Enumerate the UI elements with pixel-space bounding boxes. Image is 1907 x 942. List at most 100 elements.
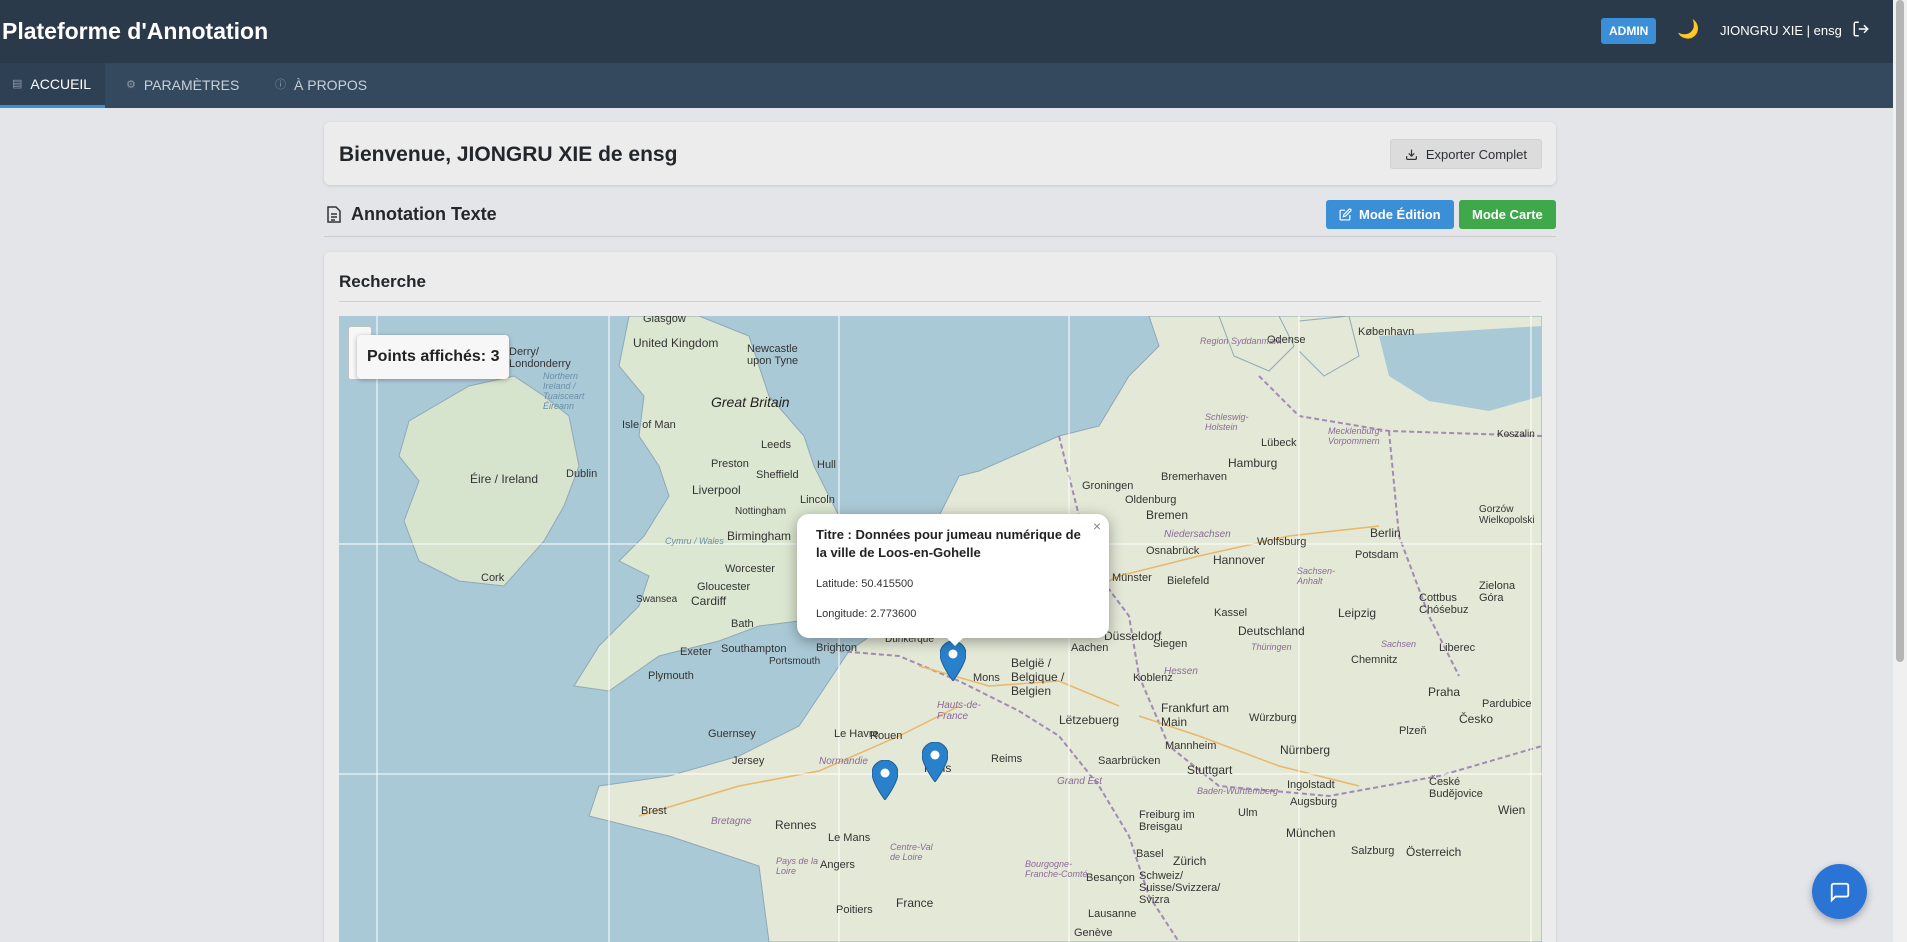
map-label: Besançon xyxy=(1086,872,1135,884)
map-label: Oldenburg xyxy=(1125,494,1177,506)
map-label: Lincoln xyxy=(800,494,835,506)
map-label: Sachsen-Anhalt xyxy=(1297,566,1336,586)
map-label: Cardiff xyxy=(691,594,727,608)
map-label: Lübeck xyxy=(1261,437,1297,449)
logout-icon[interactable] xyxy=(1852,20,1870,43)
map-label: Kassel xyxy=(1214,607,1248,619)
map-label: België / Belgique / Belgien xyxy=(1011,656,1065,698)
map-label: Worcester xyxy=(725,563,775,575)
map-label: Bath xyxy=(731,618,754,630)
map-label: Leipzig xyxy=(1338,606,1377,620)
map-label: Pardubice xyxy=(1482,698,1532,710)
map-label: Berlin xyxy=(1370,526,1401,540)
map-label: München xyxy=(1286,826,1336,840)
tab-apropos-label: À PROPOS xyxy=(294,77,368,93)
map-label: Saarbrücken xyxy=(1098,755,1161,767)
map-label: Portsmouth xyxy=(769,656,821,667)
nav-tabbar: ▤ ACCUEIL ⚙ PARAMÈTRES ⓘ À PROPOS xyxy=(0,63,1893,108)
map-label: Chemnitz xyxy=(1351,654,1398,666)
tab-parametres[interactable]: ⚙ PARAMÈTRES xyxy=(114,63,251,108)
map-label: Niedersachsen xyxy=(1164,529,1231,540)
map-label: Freiburg im Breisgau xyxy=(1139,809,1195,833)
download-icon xyxy=(1405,149,1417,160)
map-label: Münster xyxy=(1112,572,1152,584)
mode-carte-button[interactable]: Mode Carte xyxy=(1459,200,1556,229)
map-label: Mons xyxy=(973,672,1000,684)
search-divider xyxy=(339,301,1541,302)
map-label: Genève xyxy=(1074,927,1113,939)
map-label: Deutschland xyxy=(1238,624,1305,638)
map-label: Bremen xyxy=(1146,508,1189,522)
map-label: Wien xyxy=(1498,803,1526,817)
map-label: Hannover xyxy=(1213,553,1266,567)
map-label: Swansea xyxy=(636,594,678,605)
map-label: Jersey xyxy=(732,755,765,767)
user-info: JIONGRU XIE | ensg xyxy=(1720,23,1842,38)
map-label: Schweiz/ Suisse/Svizzera/ Svizra xyxy=(1139,870,1221,906)
map-label: Rouen xyxy=(870,730,903,742)
map-label: Würzburg xyxy=(1249,712,1297,724)
map-label: Grand Est xyxy=(1057,776,1103,787)
search-title: Recherche xyxy=(339,272,426,291)
map-label: Osnabrück xyxy=(1146,545,1200,557)
map-label: Poitiers xyxy=(836,904,873,916)
tab-apropos[interactable]: ⓘ À PROPOS xyxy=(263,63,379,108)
home-icon: ▤ xyxy=(12,77,23,90)
scrollbar-thumb[interactable] xyxy=(1896,0,1904,662)
info-icon: ⓘ xyxy=(275,79,286,91)
map-label: Dublin xyxy=(566,468,598,480)
map-label: Le Mans xyxy=(828,832,871,844)
map-label: Isle of Man xyxy=(622,419,676,431)
map-label: Nottingham xyxy=(735,506,787,517)
map-label: United Kingdom xyxy=(633,336,719,350)
map-label: Southampton xyxy=(721,643,787,655)
map-label: Éire / Ireland xyxy=(470,472,539,486)
map-label: Lausanne xyxy=(1088,908,1137,920)
map-label: Sheffield xyxy=(756,469,799,481)
map-label: France xyxy=(896,896,934,910)
map-marker-loos[interactable] xyxy=(940,641,966,681)
map-label: Newcastle upon Tyne xyxy=(747,343,799,367)
app-title: Plateforme d'Annotation xyxy=(2,18,269,44)
map-label: Wolfsburg xyxy=(1257,536,1307,548)
map-label: Gorzów Wielkopolski xyxy=(1479,504,1535,526)
map-label: Düsseldorf xyxy=(1104,629,1162,643)
map-label: Österreich xyxy=(1406,845,1462,859)
map-label: København xyxy=(1358,326,1415,338)
document-icon xyxy=(327,206,341,223)
close-icon[interactable]: × xyxy=(1093,518,1101,534)
welcome-text: Bienvenue, JIONGRU XIE de ensg xyxy=(339,143,678,166)
map-label: Cork xyxy=(481,572,505,584)
chat-button[interactable] xyxy=(1812,864,1867,919)
map-label: Cottbus Chóśebuz xyxy=(1419,592,1469,616)
popup-latitude: Latitude: 50.415500 xyxy=(816,578,914,590)
map-marker-paris[interactable] xyxy=(922,742,948,782)
popup-tip xyxy=(945,636,965,646)
export-complete-button[interactable]: Exporter Complet xyxy=(1389,139,1542,169)
section-divider xyxy=(324,236,1556,237)
map-label: Bielefeld xyxy=(1167,575,1210,587)
moon-icon[interactable]: 🌙 xyxy=(1677,19,1699,40)
map-marker-west[interactable] xyxy=(872,760,898,800)
map-label: Augsburg xyxy=(1290,796,1338,808)
map-label: Leeds xyxy=(761,439,791,451)
export-label: Exporter Complet xyxy=(1425,146,1527,162)
map-label: Bourgogne-Franche-Comté xyxy=(1025,859,1088,879)
admin-badge: ADMIN xyxy=(1601,18,1657,44)
mode-edition-button[interactable]: Mode Édition xyxy=(1326,200,1454,229)
map-label: Basel xyxy=(1136,848,1164,860)
tab-accueil[interactable]: ▤ ACCUEIL xyxy=(0,63,105,108)
section-title-text: Annotation Texte xyxy=(351,204,497,224)
tab-accueil-label: ACCUEIL xyxy=(30,75,92,92)
map-label: Lëtzebuerg xyxy=(1059,713,1120,727)
map-label: Koszalin xyxy=(1497,429,1535,440)
map-label: Mecklenburg-Vorpommern xyxy=(1328,426,1383,446)
map-label: Brighton xyxy=(816,642,857,654)
map-label: Brest xyxy=(641,805,667,817)
map-label: Bretagne xyxy=(711,816,752,827)
map-label: Reims xyxy=(991,753,1023,765)
points-count-box: Points affichés: 3 xyxy=(357,335,510,379)
map-label: Groningen xyxy=(1082,480,1134,492)
map-label: České Budějovice xyxy=(1429,776,1483,800)
gear-icon: ⚙ xyxy=(126,79,136,91)
